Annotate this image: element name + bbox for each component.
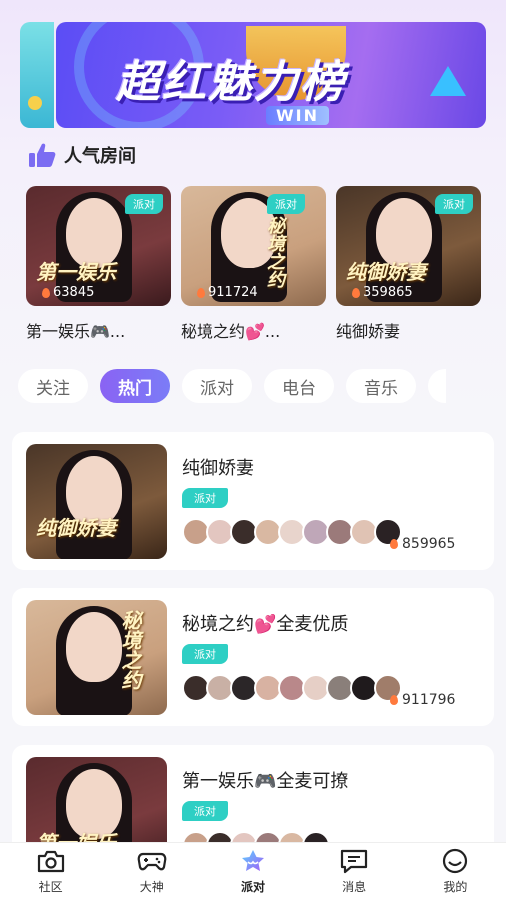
nav-label: 消息 bbox=[342, 880, 367, 894]
room-cover: 第一娱乐 派对 63845 bbox=[26, 186, 171, 306]
flame-icon bbox=[352, 287, 360, 298]
heat-count: 359865 bbox=[352, 285, 413, 300]
tab-more[interactable] bbox=[428, 369, 446, 403]
party-tag: 派对 bbox=[182, 488, 228, 508]
room-name: 纯御娇妻 bbox=[182, 458, 254, 479]
room-cover: 纯御娇妻 派对 359865 bbox=[336, 186, 481, 306]
cover-title: 纯御娇妻 bbox=[346, 260, 426, 284]
popular-room-card[interactable]: 纯御娇妻 派对 359865 纯御娇妻 bbox=[336, 186, 481, 342]
party-icon bbox=[241, 850, 264, 871]
nav-community[interactable]: 社区 bbox=[11, 848, 91, 895]
heat-count: 63845 bbox=[42, 285, 94, 300]
nav-party[interactable]: 派对 bbox=[213, 848, 293, 895]
heat-count: 911724 bbox=[197, 285, 258, 300]
popular-rooms-list: 第一娱乐 派对 63845 第一娱乐🎮... 秘境之约 派对 911724 秘境… bbox=[26, 186, 481, 342]
room-list-item[interactable]: 秘境之约 秘境之约💕全麦优质 派对 911796 bbox=[12, 588, 494, 726]
thumbs-up-icon bbox=[29, 143, 56, 167]
room-cover: 纯御娇妻 bbox=[26, 444, 167, 559]
party-tag: 派对 bbox=[267, 194, 305, 214]
section-title: 人气房间 bbox=[64, 146, 136, 167]
nav-label: 派对 bbox=[240, 880, 265, 894]
room-name: 秘境之约💕全麦优质 bbox=[182, 614, 349, 635]
banner-prev-slide bbox=[20, 22, 54, 128]
flame-icon bbox=[42, 287, 50, 298]
party-tag: 派对 bbox=[182, 801, 228, 821]
nav-label: 大神 bbox=[139, 880, 164, 894]
flame-icon bbox=[390, 539, 398, 549]
banner-title: 超红魅力榜 bbox=[116, 57, 346, 108]
smile-icon bbox=[443, 848, 468, 874]
nav-profile[interactable]: 我的 bbox=[415, 848, 495, 895]
banner-image: 超红魅力榜 WIN bbox=[56, 22, 486, 128]
nav-label: 社区 bbox=[38, 880, 63, 894]
room-cover: 秘境之约 bbox=[26, 600, 167, 715]
flame-icon bbox=[390, 695, 398, 705]
room-list-item[interactable]: 纯御娇妻 纯御娇妻 派对 859965 bbox=[12, 432, 494, 570]
heat-count: 911796 bbox=[390, 692, 455, 708]
tab-follow[interactable]: 关注 bbox=[18, 369, 88, 403]
tab-party[interactable]: 派对 bbox=[182, 369, 252, 403]
banner-subtitle: WIN bbox=[266, 106, 329, 125]
bottom-navigation: 社区 大神 派对 消息 我的 bbox=[0, 842, 506, 900]
gamepad-icon bbox=[137, 852, 167, 871]
message-icon bbox=[341, 849, 368, 874]
room-name: 纯御娇妻 bbox=[336, 322, 401, 341]
nav-master[interactable]: 大神 bbox=[112, 848, 192, 895]
party-tag: 派对 bbox=[125, 194, 163, 214]
room-cover: 秘境之约 派对 911724 bbox=[181, 186, 326, 306]
camera-icon bbox=[37, 850, 64, 873]
room-name: 秘境之约💕... bbox=[181, 322, 281, 341]
category-tabs: 关注 热门 派对 电台 音乐 bbox=[18, 369, 446, 403]
mic-avatars bbox=[182, 674, 402, 702]
popular-room-card[interactable]: 第一娱乐 派对 63845 第一娱乐🎮... bbox=[26, 186, 171, 342]
popular-room-card[interactable]: 秘境之约 派对 911724 秘境之约💕... bbox=[181, 186, 326, 342]
party-tag: 派对 bbox=[182, 644, 228, 664]
nav-messages[interactable]: 消息 bbox=[314, 848, 394, 895]
cover-title: 秘境之约 bbox=[264, 216, 285, 288]
charm-ranking-banner[interactable]: 超红魅力榜 WIN bbox=[20, 22, 486, 128]
room-name: 第一娱乐🎮... bbox=[26, 322, 126, 341]
mic-avatars bbox=[182, 518, 402, 546]
tab-hot[interactable]: 热门 bbox=[100, 369, 170, 403]
cover-title: 秘境之约 bbox=[118, 610, 142, 690]
tab-music[interactable]: 音乐 bbox=[346, 369, 416, 403]
cover-title: 第一娱乐 bbox=[36, 260, 116, 284]
party-tag: 派对 bbox=[435, 194, 473, 214]
heat-count: 859965 bbox=[390, 536, 455, 552]
cover-title: 纯御娇妻 bbox=[36, 516, 116, 540]
popular-rooms-header: 人气房间 bbox=[28, 142, 136, 168]
tab-radio[interactable]: 电台 bbox=[264, 369, 334, 403]
triangle-decoration bbox=[430, 66, 466, 96]
room-name: 第一娱乐🎮全麦可撩 bbox=[182, 771, 349, 792]
flame-icon bbox=[197, 287, 205, 298]
nav-label: 我的 bbox=[443, 880, 468, 894]
